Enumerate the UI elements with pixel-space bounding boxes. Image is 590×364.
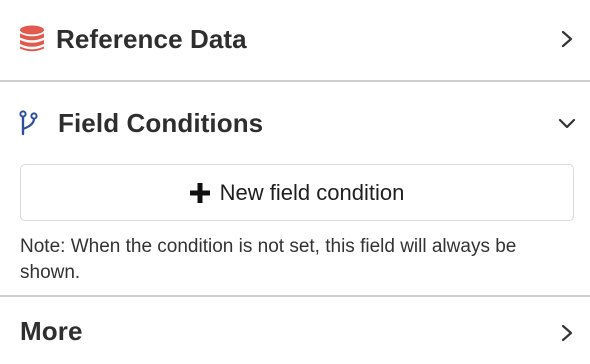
more-header[interactable]: More — [0, 312, 590, 354]
section-divider — [0, 80, 590, 82]
section-divider — [0, 295, 590, 297]
reference-data-header[interactable]: Reference Data — [0, 18, 590, 60]
more-title: More — [20, 316, 83, 346]
new-field-condition-button[interactable]: New field condition — [20, 164, 574, 221]
new-field-condition-label: New field condition — [219, 179, 405, 205]
field-conditions-header[interactable]: Field Conditions — [0, 102, 590, 144]
chevron-right-icon — [561, 324, 573, 342]
chevron-right-icon — [561, 30, 573, 48]
database-icon — [19, 25, 45, 58]
reference-data-title: Reference Data — [56, 24, 247, 54]
branch-icon — [19, 110, 39, 143]
chevron-down-icon — [558, 118, 576, 129]
field-condition-note: Note: When the condition is not set, thi… — [20, 236, 517, 283]
field-conditions-title: Field Conditions — [58, 108, 264, 138]
plus-icon — [189, 182, 210, 203]
